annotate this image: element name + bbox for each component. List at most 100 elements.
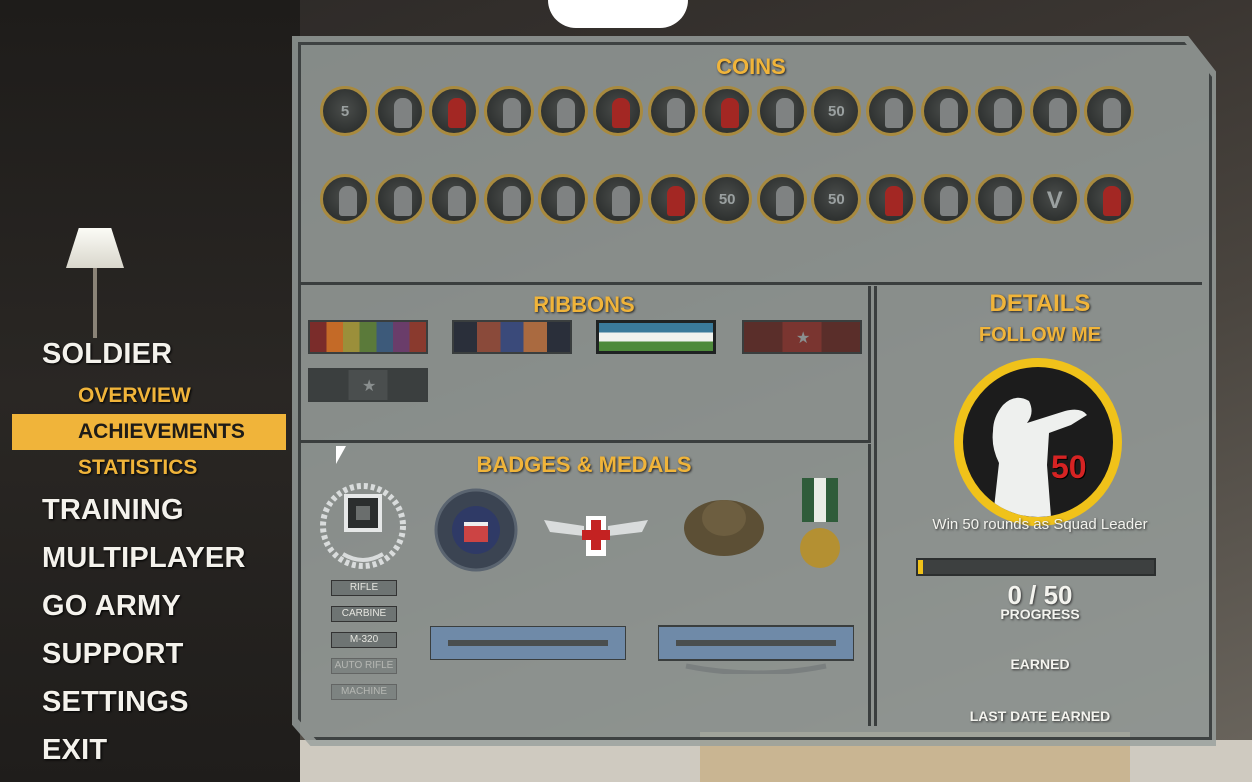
coins-title: COINS [716, 54, 786, 79]
earned-label: EARNED [1010, 656, 1070, 672]
coin-figure [885, 98, 903, 128]
no-symbol-coin-icon[interactable] [483, 174, 534, 224]
submenu-item-statistics[interactable]: STATISTICS [0, 450, 300, 486]
menu-item-support[interactable]: SUPPORT [0, 630, 300, 678]
target-coin-icon[interactable] [374, 86, 425, 136]
badge-label-machine: MACHINE [331, 684, 397, 700]
soldier-crawl-coin-icon[interactable] [866, 86, 916, 136]
jumper-coin-icon[interactable] [920, 86, 971, 136]
coin-figure [339, 186, 357, 216]
coin-figure [939, 186, 958, 216]
progress-fill [918, 560, 923, 574]
red-cross-coin-icon[interactable] [647, 174, 698, 224]
group-red-coin-icon[interactable] [866, 174, 916, 224]
gray-star-ribbon[interactable]: ★ [308, 368, 428, 402]
coin-figure [721, 98, 740, 128]
menu-item-soldier[interactable]: SOLDIER [0, 330, 300, 378]
unit-insignia-icon[interactable] [678, 488, 770, 562]
badge-label-carbine: CARBINE [331, 606, 397, 622]
coin-figure [939, 98, 958, 128]
menu-item-go-army[interactable]: GO ARMY [0, 582, 300, 630]
coin-text: 50 [718, 191, 736, 208]
coin-figure [612, 186, 630, 216]
coin-figure [612, 98, 630, 128]
coin-figure [393, 186, 412, 216]
flag-50-coin-icon[interactable]: 50 [702, 174, 753, 224]
runner-coin-icon[interactable] [756, 86, 807, 136]
infantry-badge-icon[interactable] [430, 626, 626, 660]
expert-badge-icon[interactable] [318, 474, 408, 570]
ceiling-light [548, 0, 688, 28]
coin-text: 50 [828, 191, 845, 208]
coin-figure [1103, 98, 1122, 128]
progress-bar [916, 558, 1156, 576]
green-white-ribbon[interactable] [596, 320, 716, 354]
submenu-item-overview[interactable]: OVERVIEW [0, 378, 300, 414]
infinity-coin-icon[interactable] [1029, 86, 1080, 136]
grenade-coin-icon[interactable] [429, 86, 480, 136]
achievement-medal-icon[interactable] [798, 478, 842, 574]
fallen-soldier-coin-icon[interactable] [702, 86, 753, 136]
ribbons-title: RIBBONS [533, 292, 635, 317]
star-icon: ★ [362, 378, 377, 395]
coin-figure [994, 186, 1013, 216]
badge-label-auto-rifle: AUTO RIFLE [331, 658, 397, 674]
menu-item-exit[interactable]: EXIT [0, 726, 300, 774]
coin-text: 50 [828, 103, 845, 120]
coin-figure [557, 98, 576, 128]
coin-figure [502, 186, 521, 216]
skull-5-coin-icon[interactable]: 5 [320, 86, 370, 136]
coin-figure [775, 98, 794, 128]
soldier-red-coin-icon[interactable] [593, 86, 643, 136]
combat-infantry-badge-icon[interactable] [658, 614, 854, 674]
submenu-item-achievements[interactable]: ACHIEVEMENTS [12, 414, 286, 450]
squad-coin-icon[interactable] [647, 86, 698, 136]
ribbons-section: RIBBONS [300, 286, 871, 443]
coin-number: 50 [1051, 449, 1087, 485]
coin-text: 5 [340, 103, 350, 120]
map-coin-icon[interactable] [920, 174, 971, 224]
coin-figure [448, 186, 467, 216]
victory-arms-coin-icon[interactable] [593, 174, 643, 224]
coin-text: V [1046, 187, 1063, 214]
menu-item-settings[interactable]: SETTINGS [0, 678, 300, 726]
coin-figure [557, 186, 576, 216]
coins-section: COINS [300, 44, 1202, 285]
menu-item-training[interactable]: TRAINING [0, 486, 300, 534]
coin-figure [502, 98, 521, 128]
coin-figure [775, 186, 794, 216]
coin-figure [666, 98, 685, 128]
coin-figure [393, 98, 412, 128]
runner-2-coin-icon[interactable] [756, 174, 807, 224]
coin-figure [885, 186, 903, 216]
physical-fitness-badge-icon[interactable] [434, 488, 518, 572]
achievement-name: FOLLOW ME [978, 324, 1102, 346]
eagle-coin-icon[interactable] [320, 174, 370, 224]
v-coin-icon[interactable]: V [1029, 174, 1080, 224]
coin-figure [666, 186, 685, 216]
badge-label-rifle: RIFLE [331, 580, 397, 596]
combat-medic-badge-icon[interactable] [544, 506, 648, 558]
achievement-description: Win 50 rounds as Squad Leader [932, 516, 1148, 533]
statue-coin-icon[interactable] [975, 174, 1026, 224]
crawler-coin-icon[interactable] [975, 86, 1026, 136]
red-star-ribbon[interactable]: ★ [742, 320, 862, 354]
coin-figure [1103, 186, 1122, 216]
star-icon: ★ [796, 330, 811, 347]
menu-item-multiplayer[interactable]: MULTIPLAYER [0, 534, 300, 582]
handshake-coin-icon[interactable] [483, 86, 534, 136]
navy-red-ribbon[interactable] [452, 320, 572, 354]
kneeler-coin-icon[interactable] [429, 174, 480, 224]
details-title: DETAILS [989, 290, 1091, 317]
lamp-pole [93, 268, 97, 338]
progress-label: PROGRESS [1000, 606, 1080, 622]
main-menu: SOLDIER OVERVIEW ACHIEVEMENTS STATISTICS… [0, 330, 300, 774]
multi-color-ribbon[interactable] [308, 320, 428, 354]
badge-label-m320: M-320 [331, 632, 397, 648]
coin-figure [994, 98, 1013, 128]
follow-me-coin-icon: 50 [954, 358, 1122, 526]
coin-figure [448, 98, 467, 128]
coin-figure [1048, 98, 1067, 128]
leader-coin-icon[interactable] [374, 174, 425, 224]
last-date-earned-label: LAST DATE EARNED [969, 708, 1111, 724]
